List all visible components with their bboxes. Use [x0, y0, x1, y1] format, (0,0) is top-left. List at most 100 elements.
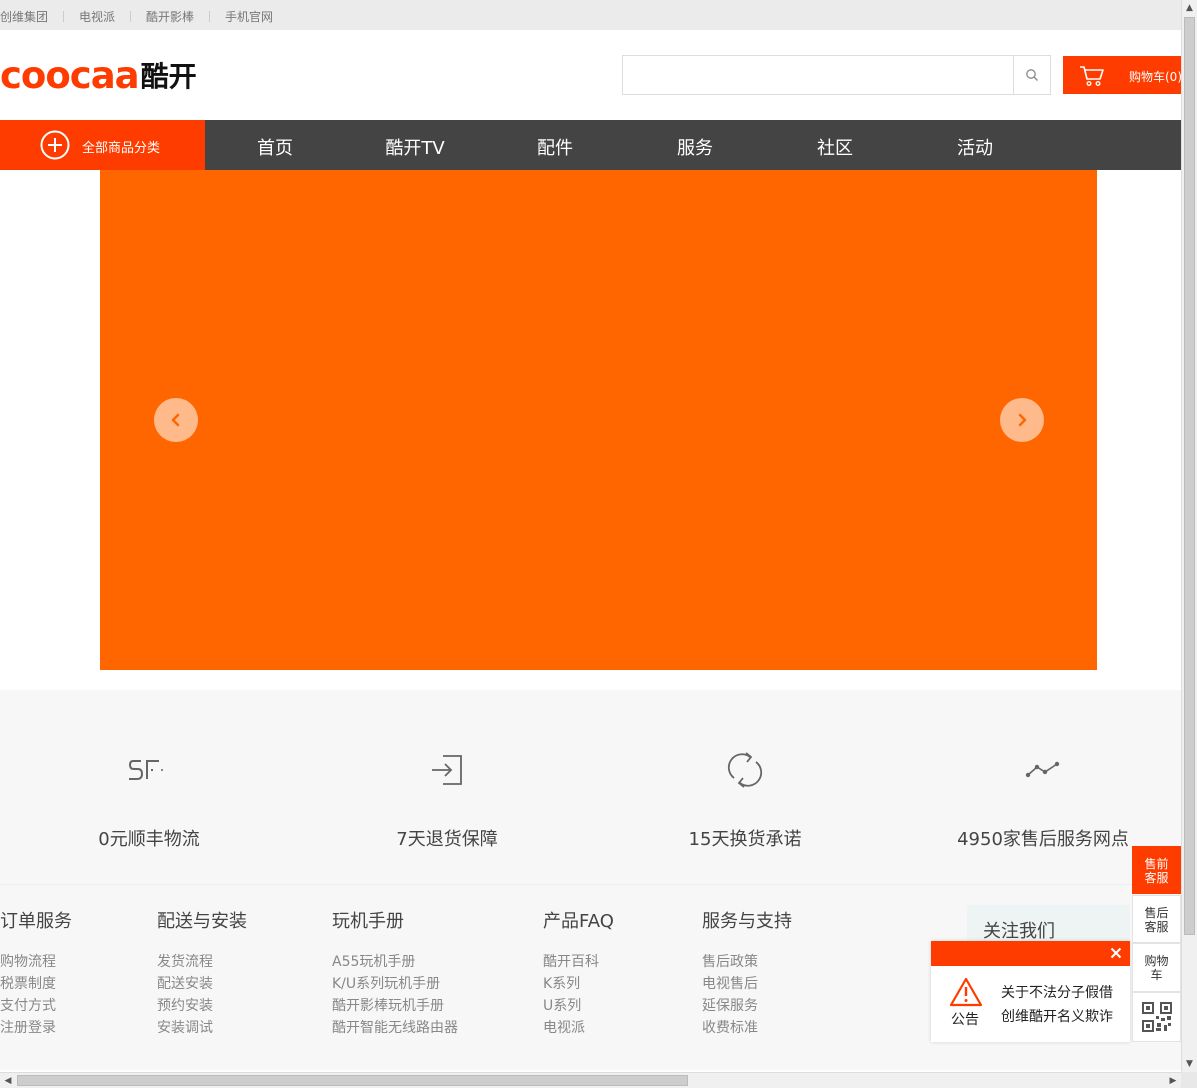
footer-col-manuals: 玩机手册 A55玩机手册 K/U系列玩机手册 酷开影棒玩机手册 酷开智能无线路由…	[332, 907, 458, 1039]
top-link-tvpai[interactable]: 电视派	[79, 8, 115, 25]
footer-link[interactable]: 收费标准	[702, 1017, 792, 1039]
notice-text[interactable]: 关于不法分子假借 创维酷开名义欺诈	[1001, 981, 1113, 1029]
close-icon	[1110, 947, 1122, 959]
footer-link[interactable]: 电视派	[543, 1017, 614, 1039]
footer-link[interactable]: A55玩机手册	[332, 951, 458, 973]
qr-code-button[interactable]	[1132, 992, 1181, 1042]
footer-link[interactable]: 酷开智能无线路由器	[332, 1017, 458, 1039]
footer-link[interactable]: 酷开影棒玩机手册	[332, 995, 458, 1017]
scroll-left-button[interactable]: ◀	[0, 1073, 16, 1088]
nav-item-accessories[interactable]: 配件	[495, 134, 615, 160]
feature-text: 15天换货承诺	[688, 829, 802, 850]
horizontal-scroll-thumb[interactable]	[17, 1075, 688, 1086]
top-link-stick[interactable]: 酷开影棒	[146, 8, 194, 25]
footer-link[interactable]: 支付方式	[0, 995, 72, 1017]
feature-network: 4950家售后服务网点	[923, 745, 1163, 851]
follow-us-title: 关注我们	[983, 921, 1055, 942]
footer-link[interactable]: K系列	[543, 973, 614, 995]
carousel-prev-button[interactable]	[154, 398, 198, 442]
presale-service-button[interactable]: 售前客服	[1132, 846, 1181, 894]
footer-col-faq: 产品FAQ 酷开百科 K系列 U系列 电视派	[543, 907, 614, 1039]
logo-latin: coocaa	[0, 53, 140, 97]
footer-link[interactable]: 注册登录	[0, 1017, 72, 1039]
top-link-skyworth[interactable]: 创维集团	[0, 8, 48, 25]
footer-link[interactable]: 配送安装	[157, 973, 247, 995]
footer-link[interactable]: 延保服务	[702, 995, 792, 1017]
coocaa-logo[interactable]: coocaa 酷开	[0, 53, 197, 97]
banner-carousel[interactable]	[100, 170, 1097, 670]
footer-link[interactable]: 电视售后	[702, 973, 792, 995]
carousel-next-button[interactable]	[1000, 398, 1044, 442]
footer-col-delivery: 配送与安装 发货流程 配送安装 预约安装 安装调试	[157, 907, 247, 1039]
scrollbar-corner	[1181, 1072, 1197, 1088]
footer-link[interactable]: 税票制度	[0, 973, 72, 995]
feature-return: 7天退货保障	[327, 745, 567, 851]
plus-circle-icon	[40, 130, 70, 160]
scroll-down-button[interactable]: ▼	[1182, 1056, 1197, 1072]
warning-icon	[949, 977, 983, 1007]
refresh-icon	[727, 752, 763, 788]
footer-col-title: 产品FAQ	[543, 911, 614, 932]
footer-col-title: 订单服务	[0, 911, 72, 932]
footer-link[interactable]: 购物流程	[0, 951, 72, 973]
search-icon	[1026, 69, 1038, 81]
search-input[interactable]	[623, 56, 1008, 94]
nav-item-home[interactable]: 首页	[215, 134, 335, 160]
footer-link[interactable]: 售后政策	[702, 951, 792, 973]
vertical-scroll-thumb[interactable]	[1184, 17, 1195, 935]
header: coocaa 酷开 购物车(0)	[0, 30, 1182, 120]
horizontal-scrollbar[interactable]: ◀ ▶	[0, 1072, 1181, 1088]
footer-link[interactable]: 酷开百科	[543, 951, 614, 973]
presale-service-label: 售前客服	[1144, 857, 1169, 885]
footer-col-support: 服务与支持 售后政策 电视售后 延保服务 收费标准	[702, 907, 792, 1039]
search-box	[622, 55, 1051, 95]
search-button[interactable]	[1013, 56, 1050, 94]
network-icon	[1025, 761, 1060, 778]
footer-link[interactable]: 预约安装	[157, 995, 247, 1017]
footer-link[interactable]: K/U系列玩机手册	[332, 973, 458, 995]
main-nav: 全部商品分类 首页 酷开TV 配件 服务 社区 活动	[0, 120, 1181, 170]
nav-item-tv[interactable]: 酷开TV	[355, 134, 475, 160]
scroll-right-button[interactable]: ▶	[1165, 1073, 1181, 1088]
nav-item-events[interactable]: 活动	[915, 134, 1035, 160]
all-categories-button[interactable]: 全部商品分类	[0, 120, 205, 170]
nav-item-service[interactable]: 服务	[635, 134, 755, 160]
qr-code-icon	[1141, 1002, 1172, 1032]
scroll-up-button[interactable]: ▲	[1182, 0, 1197, 16]
sf-logo-icon	[128, 760, 163, 780]
return-icon	[432, 755, 462, 785]
all-categories-label: 全部商品分类	[82, 141, 161, 156]
vertical-scrollbar[interactable]: ▲ ▼	[1181, 0, 1197, 1072]
notice-header	[931, 941, 1130, 966]
sidebar-cart-button[interactable]: 购物车	[1132, 943, 1181, 992]
nav-item-community[interactable]: 社区	[775, 134, 895, 160]
top-bar: 创维集团 电视派 酷开影棒 手机官网	[0, 0, 1181, 30]
top-link-mobile[interactable]: 手机官网	[225, 8, 273, 25]
notice-close-button[interactable]	[1107, 944, 1125, 962]
cart-button[interactable]: 购物车(0)	[1063, 56, 1182, 94]
footer-col-title: 服务与支持	[702, 911, 792, 932]
aftersale-service-button[interactable]: 售后客服	[1132, 895, 1181, 943]
feature-text: 7天退货保障	[396, 829, 498, 850]
footer-link[interactable]: U系列	[543, 995, 614, 1017]
cart-label: 购物车(0)	[1129, 70, 1182, 84]
notice-line: 关于不法分子假借	[1001, 985, 1113, 1001]
sidebar-cart-label: 购物车	[1144, 954, 1169, 982]
footer-link[interactable]: 发货流程	[157, 951, 247, 973]
feature-sf-shipping: 0元顺丰物流	[29, 745, 269, 851]
divider	[209, 11, 211, 22]
notice-label: 公告	[951, 1012, 979, 1028]
chevron-left-icon	[171, 413, 180, 427]
chevron-right-icon	[1018, 413, 1027, 427]
top-links: 创维集团 电视派 酷开影棒 手机官网	[0, 8, 273, 25]
feature-text: 4950家售后服务网点	[957, 829, 1129, 850]
divider	[130, 11, 132, 22]
divider	[63, 11, 65, 22]
notice-line: 创维酷开名义欺诈	[1001, 1009, 1113, 1025]
footer-link[interactable]: 安装调试	[157, 1017, 247, 1039]
aftersale-service-label: 售后客服	[1144, 906, 1169, 934]
notice-popup: 公告 关于不法分子假借 创维酷开名义欺诈	[931, 941, 1130, 1042]
logo-cn: 酷开	[140, 60, 197, 93]
feature-text: 0元顺丰物流	[98, 829, 200, 850]
feature-exchange: 15天换货承诺	[625, 745, 865, 851]
